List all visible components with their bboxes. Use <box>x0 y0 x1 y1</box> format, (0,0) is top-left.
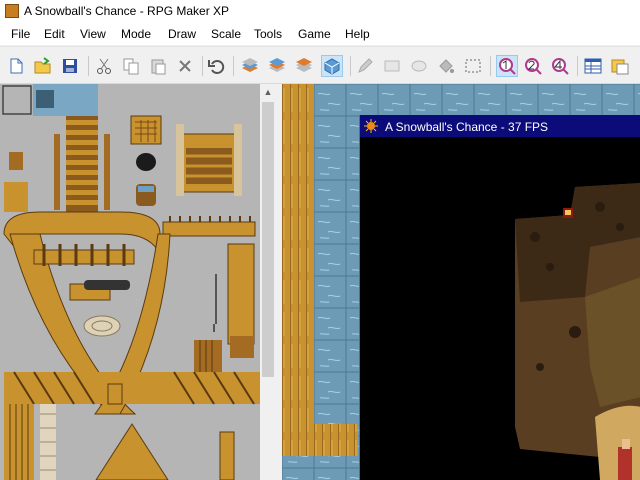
menu-bar: File Edit View Mode Draw Scale Tools Gam… <box>0 23 640 45</box>
game-window-title: A Snowball's Chance - 37 FPS <box>385 120 549 134</box>
window-title: A Snowball's Chance - RPG Maker XP <box>24 4 230 18</box>
toolbar-separator <box>88 56 89 76</box>
menu-scale[interactable]: Scale <box>211 27 241 41</box>
scroll-up-arrow-icon[interactable]: ▲ <box>260 84 276 100</box>
copy-icon[interactable] <box>121 56 141 76</box>
scrollbar-thumb[interactable] <box>262 102 274 377</box>
menu-game[interactable]: Game <box>298 27 331 41</box>
game-window-title-bar[interactable]: A Snowball's Chance - 37 FPS <box>360 115 640 137</box>
title-bar: A Snowball's Chance - RPG Maker XP <box>0 0 640 23</box>
game-scene <box>360 137 640 480</box>
game-screen[interactable] <box>360 137 640 480</box>
menu-view[interactable]: View <box>80 27 106 41</box>
game-window[interactable]: A Snowball's Chance - 37 FPS <box>359 115 640 480</box>
tileset-scrollbar[interactable]: ▲ <box>260 84 276 480</box>
menu-draw[interactable]: Draw <box>168 27 196 41</box>
database-icon[interactable] <box>583 56 603 76</box>
select-icon[interactable] <box>463 56 483 76</box>
save-project-icon[interactable] <box>60 56 80 76</box>
layer-3-icon[interactable] <box>294 56 314 76</box>
new-project-icon[interactable] <box>6 56 26 76</box>
tileset-palette[interactable] <box>0 84 260 480</box>
pencil-icon[interactable] <box>355 56 375 76</box>
cut-icon[interactable] <box>94 56 114 76</box>
rpg-maker-app-icon <box>5 4 19 18</box>
zoom-1-1-icon[interactable] <box>496 55 518 77</box>
paste-icon[interactable] <box>148 56 168 76</box>
rectangle-icon[interactable] <box>382 56 402 76</box>
delete-icon[interactable] <box>175 56 195 76</box>
toolbar-separator <box>490 56 491 76</box>
layer-2-icon[interactable] <box>267 56 287 76</box>
game-sun-icon <box>364 119 378 133</box>
ellipse-icon[interactable] <box>409 56 429 76</box>
menu-tools[interactable]: Tools <box>254 27 282 41</box>
menu-edit[interactable]: Edit <box>44 27 65 41</box>
menu-file[interactable]: File <box>11 27 30 41</box>
toolbar-separator <box>350 56 351 76</box>
events-layer-icon[interactable] <box>321 55 343 77</box>
flood-fill-icon[interactable] <box>436 56 456 76</box>
toolbar-separator <box>202 56 203 76</box>
toolbar-separator <box>577 56 578 76</box>
tileset-graphics <box>2 84 260 480</box>
zoom-1-2-icon[interactable] <box>523 56 543 76</box>
undo-icon[interactable] <box>206 56 226 76</box>
layer-1-icon[interactable] <box>240 56 260 76</box>
materialbase-icon[interactable] <box>610 56 630 76</box>
open-project-icon[interactable] <box>33 56 53 76</box>
zoom-1-4-icon[interactable] <box>550 56 570 76</box>
menu-mode[interactable]: Mode <box>121 27 151 41</box>
toolbar <box>0 46 640 84</box>
menu-help[interactable]: Help <box>345 27 370 41</box>
toolbar-separator <box>233 56 234 76</box>
